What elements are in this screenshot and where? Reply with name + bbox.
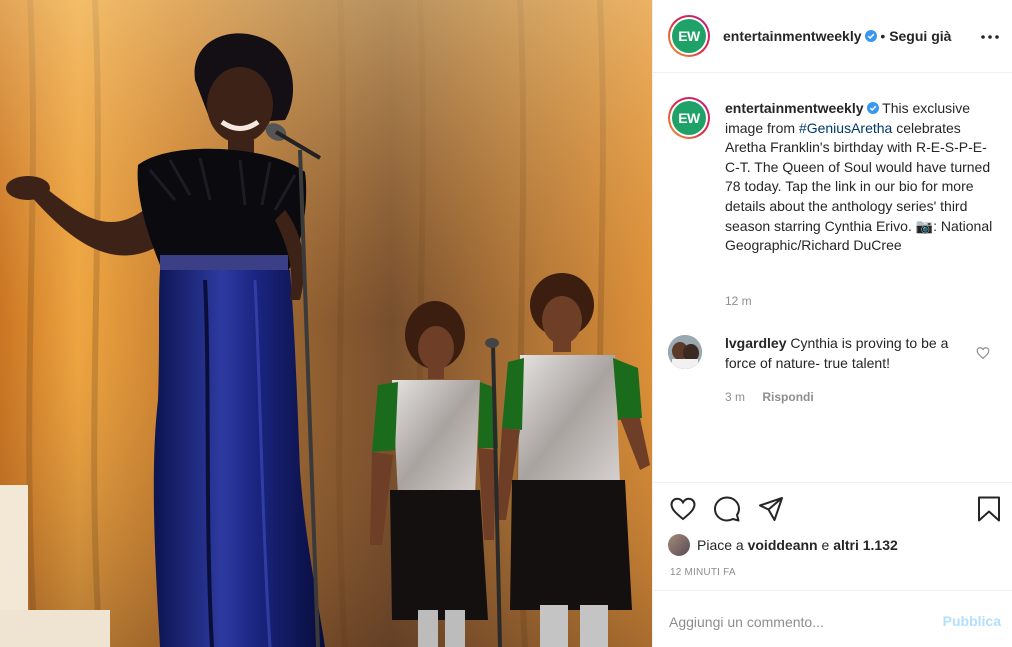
- ew-logo: EW: [672, 19, 706, 53]
- post-timestamp[interactable]: 12 MINUTI FA: [670, 567, 736, 578]
- publish-button[interactable]: Pubblica: [943, 613, 1001, 629]
- liker-username[interactable]: voiddeann: [748, 537, 818, 553]
- comments-section[interactable]: EW entertainmentweekly This exclusive im…: [653, 74, 1012, 482]
- post-image[interactable]: [0, 0, 652, 647]
- likes-summary: Piace a voiddeann e altri 1.132: [668, 534, 898, 556]
- caption-body-end: celebrates Aretha Franklin's birthday wi…: [725, 119, 993, 254]
- comment-icon[interactable]: [713, 495, 741, 523]
- caption-username[interactable]: entertainmentweekly: [725, 100, 864, 116]
- post-header: EW entertainmentweekly • Segui già: [653, 0, 1012, 73]
- commenter-avatar[interactable]: [668, 335, 702, 369]
- ew-logo: EW: [672, 101, 706, 135]
- author-username[interactable]: entertainmentweekly: [723, 28, 862, 44]
- verified-badge-icon: [864, 30, 877, 42]
- stage-photo-illustration: [0, 0, 652, 647]
- author-line: entertainmentweekly • Segui già: [723, 28, 951, 44]
- comment-heart-icon[interactable]: [976, 346, 990, 360]
- comment-input[interactable]: [669, 611, 929, 633]
- caption-text: entertainmentweekly This exclusive image…: [725, 99, 997, 256]
- bookmark-icon[interactable]: [975, 495, 1003, 523]
- header-separator: •: [880, 28, 886, 44]
- hashtag-link[interactable]: #GeniusAretha: [799, 120, 892, 136]
- more-options-icon[interactable]: [979, 26, 1001, 46]
- share-icon[interactable]: [757, 495, 785, 523]
- comment-meta: 3 m Rispondi: [725, 390, 814, 404]
- post-actions: Piace a voiddeann e altri 1.132 12 MINUT…: [653, 482, 1012, 590]
- post-details-panel: EW entertainmentweekly • Segui già EW en…: [652, 0, 1012, 647]
- commenter-username[interactable]: lvgardley: [725, 335, 786, 351]
- liker-avatar[interactable]: [668, 534, 690, 556]
- author-avatar[interactable]: EW: [668, 15, 710, 57]
- add-comment-bar: Pubblica: [653, 590, 1012, 647]
- caption-timestamp: 12 m: [725, 294, 752, 308]
- verified-badge-icon: [866, 102, 879, 114]
- likes-middle: e: [821, 537, 830, 553]
- caption-author-avatar[interactable]: EW: [668, 97, 710, 139]
- comment-text: lvgardley Cynthia is proving to be a for…: [725, 334, 965, 373]
- following-button[interactable]: Segui già: [889, 28, 951, 44]
- reply-button[interactable]: Rispondi: [762, 390, 813, 404]
- comment-timestamp: 3 m: [725, 390, 746, 404]
- heart-icon[interactable]: [669, 495, 697, 523]
- likes-prefix: Piace a: [697, 537, 744, 553]
- likes-others-link[interactable]: altri 1.132: [833, 537, 898, 553]
